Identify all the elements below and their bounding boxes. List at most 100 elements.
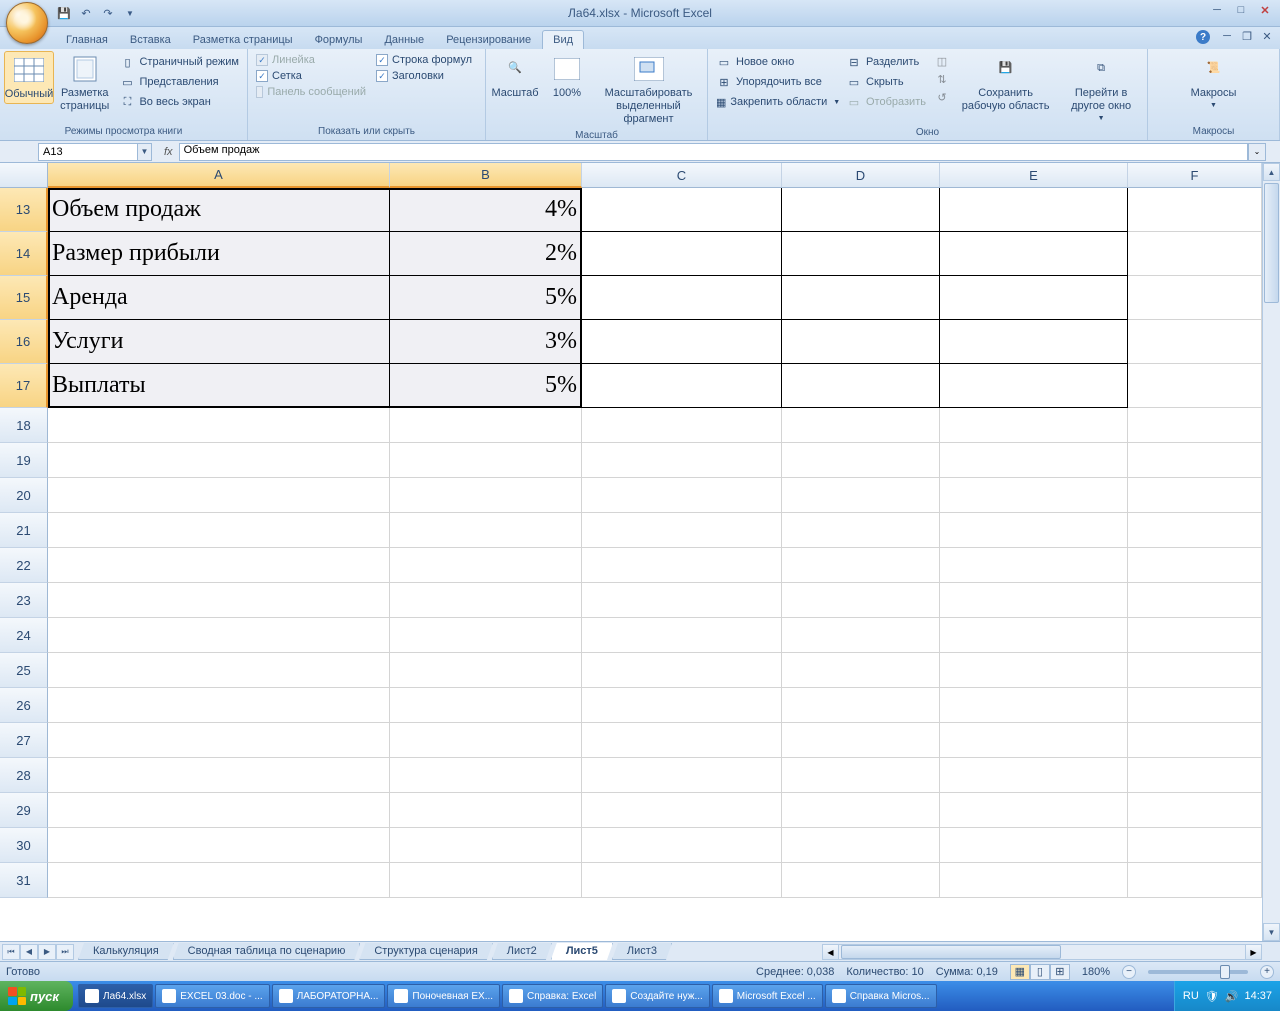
worksheet-grid[interactable]: ABCDEF 131415161718192021222324252627282… <box>0 163 1280 941</box>
cell[interactable] <box>48 408 390 443</box>
cell[interactable] <box>48 723 390 758</box>
row-header[interactable]: 27 <box>0 723 48 758</box>
hide-button[interactable]: ▭Скрыть <box>844 73 928 91</box>
row-header[interactable]: 13 <box>0 188 48 232</box>
cell[interactable] <box>48 443 390 478</box>
row-header[interactable]: 28 <box>0 758 48 793</box>
gridlines-checkbox[interactable]: ✓Сетка <box>254 69 368 83</box>
cell[interactable] <box>782 408 940 443</box>
cell[interactable] <box>582 723 782 758</box>
cell[interactable] <box>782 653 940 688</box>
cell[interactable] <box>782 188 940 232</box>
cell[interactable] <box>390 863 582 898</box>
row-header[interactable]: 17 <box>0 364 48 408</box>
formulabar-checkbox[interactable]: ✓Строка формул <box>374 53 474 67</box>
column-header[interactable]: B <box>390 163 582 188</box>
cell[interactable] <box>582 276 782 320</box>
row-header[interactable]: 15 <box>0 276 48 320</box>
split-button[interactable]: ⊟Разделить <box>844 53 928 71</box>
cell[interactable] <box>582 863 782 898</box>
row-header[interactable]: 26 <box>0 688 48 723</box>
cell[interactable] <box>48 793 390 828</box>
cell[interactable] <box>48 618 390 653</box>
cell[interactable] <box>582 793 782 828</box>
cell[interactable] <box>390 478 582 513</box>
cell[interactable] <box>48 513 390 548</box>
cell[interactable] <box>390 793 582 828</box>
mdi-close[interactable]: ✕ <box>1258 29 1276 43</box>
save-workspace-button[interactable]: 💾Сохранить рабочую область <box>954 51 1057 115</box>
cell[interactable]: 3% <box>390 320 582 364</box>
cell[interactable] <box>1128 583 1262 618</box>
view-normal-button[interactable]: Обычный <box>4 51 54 104</box>
column-header[interactable]: F <box>1128 163 1262 188</box>
ribbon-tab[interactable]: Вставка <box>119 30 182 49</box>
cell[interactable] <box>940 618 1128 653</box>
cell[interactable] <box>390 583 582 618</box>
switch-window-button[interactable]: ⧉Перейти в другое окно▼ <box>1059 51 1143 126</box>
cell[interactable] <box>582 548 782 583</box>
zoom-thumb[interactable] <box>1220 965 1230 979</box>
fx-icon[interactable]: fx <box>158 146 179 158</box>
ribbon-tab[interactable]: Вид <box>542 30 584 49</box>
taskbar-item[interactable]: Справка Micros... <box>825 984 937 1008</box>
fullscreen-button[interactable]: ⛶Во весь экран <box>117 93 241 111</box>
cell[interactable] <box>1128 513 1262 548</box>
taskbar-item[interactable]: ЛАБОРАТОРНА... <box>272 984 386 1008</box>
cell[interactable] <box>48 758 390 793</box>
cell[interactable] <box>1128 758 1262 793</box>
cell[interactable] <box>582 758 782 793</box>
cell[interactable] <box>940 443 1128 478</box>
cell[interactable] <box>940 478 1128 513</box>
cell[interactable] <box>582 688 782 723</box>
cell[interactable] <box>1128 320 1262 364</box>
cell[interactable] <box>390 618 582 653</box>
save-icon[interactable]: 💾 <box>55 4 73 22</box>
cell[interactable] <box>582 513 782 548</box>
ribbon-tab[interactable]: Главная <box>55 30 119 49</box>
zoom-in-button[interactable]: + <box>1260 965 1274 979</box>
cell[interactable]: 5% <box>390 364 582 408</box>
cell[interactable] <box>390 443 582 478</box>
new-window-button[interactable]: ▭Новое окно <box>714 53 838 71</box>
formula-input[interactable]: Объем продаж <box>179 143 1248 161</box>
cell[interactable] <box>782 828 940 863</box>
row-header[interactable]: 18 <box>0 408 48 443</box>
cell[interactable] <box>782 478 940 513</box>
cell[interactable] <box>582 828 782 863</box>
column-header[interactable]: E <box>940 163 1128 188</box>
row-header[interactable]: 16 <box>0 320 48 364</box>
redo-icon[interactable]: ↷ <box>99 4 117 22</box>
cell[interactable]: Услуги <box>48 320 390 364</box>
cell[interactable] <box>48 688 390 723</box>
ribbon-tab[interactable]: Формулы <box>304 30 374 49</box>
freeze-button[interactable]: ▦Закрепить области▼ <box>714 93 838 111</box>
sheet-tab[interactable]: Лист2 <box>492 943 552 960</box>
cell[interactable] <box>782 583 940 618</box>
namebox-dropdown[interactable]: ▼ <box>138 143 152 161</box>
cell[interactable] <box>940 408 1128 443</box>
ribbon-tab[interactable]: Данные <box>373 30 435 49</box>
headings-checkbox[interactable]: ✓Заголовки <box>374 69 474 83</box>
row-header[interactable]: 30 <box>0 828 48 863</box>
cell[interactable] <box>940 276 1128 320</box>
cell[interactable] <box>782 618 940 653</box>
maximize-button[interactable]: □ <box>1230 2 1252 18</box>
row-header[interactable]: 19 <box>0 443 48 478</box>
cell[interactable] <box>940 548 1128 583</box>
cell[interactable] <box>782 364 940 408</box>
help-icon[interactable]: ? <box>1196 30 1210 44</box>
ruler-checkbox[interactable]: ✓Линейка <box>254 53 368 67</box>
cell[interactable] <box>48 478 390 513</box>
undo-icon[interactable]: ↶ <box>77 4 95 22</box>
cell[interactable] <box>782 320 940 364</box>
select-all-corner[interactable] <box>0 163 48 188</box>
cell[interactable] <box>940 320 1128 364</box>
ribbon-tab[interactable]: Рецензирование <box>435 30 542 49</box>
taskbar-item[interactable]: Справка: Excel <box>502 984 603 1008</box>
minimize-button[interactable]: ─ <box>1206 2 1228 18</box>
cell[interactable] <box>1128 828 1262 863</box>
cell[interactable] <box>940 828 1128 863</box>
cell[interactable] <box>48 828 390 863</box>
row-header[interactable]: 22 <box>0 548 48 583</box>
